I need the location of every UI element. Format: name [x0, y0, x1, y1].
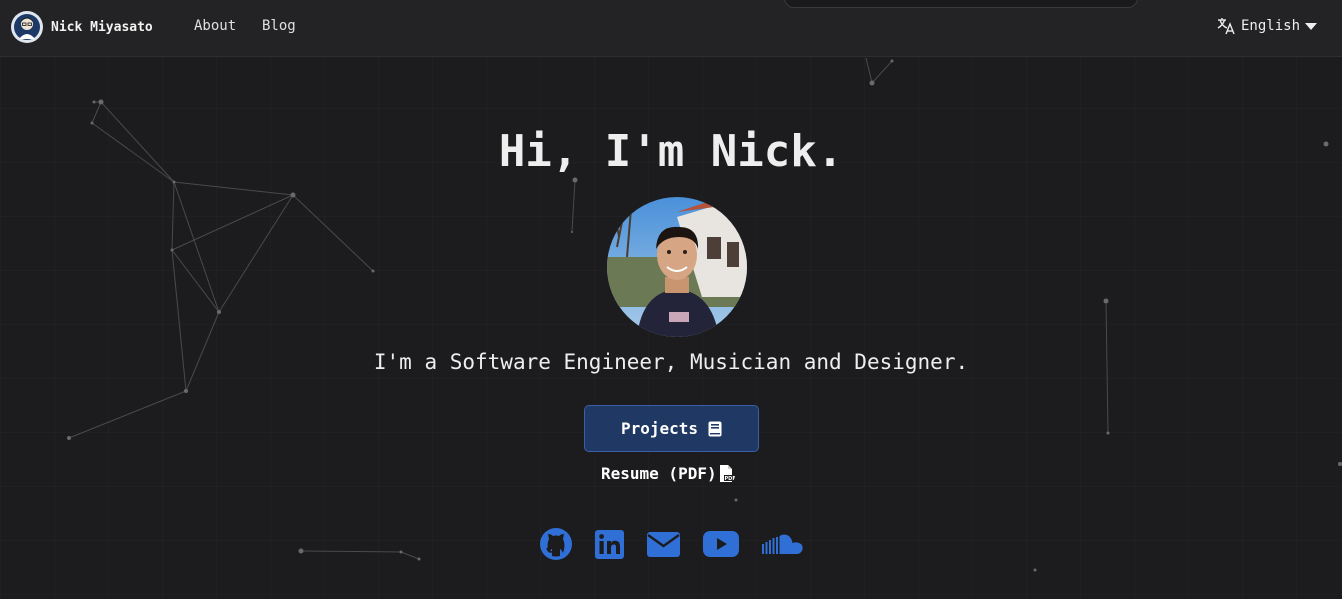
search-overlay — [784, 0, 1138, 8]
pdf-file-icon: PDF — [719, 464, 735, 482]
youtube-icon — [703, 531, 739, 557]
svg-text:PDF: PDF — [724, 476, 735, 482]
projects-button-label: Projects — [620, 419, 699, 438]
language-label: English — [1241, 18, 1301, 34]
nav-link-about[interactable]: About — [194, 18, 236, 34]
profile-photo — [607, 197, 747, 337]
avatar — [607, 197, 747, 337]
linkedin-icon — [594, 529, 624, 559]
hero-tagline: I'm a Software Engineer, Musician and De… — [373, 350, 969, 374]
envelope-icon — [646, 531, 680, 557]
soundcloud-link[interactable] — [762, 528, 804, 560]
email-link[interactable] — [646, 528, 680, 560]
brand-name: Nick Miyasato — [51, 19, 153, 35]
resume-label: Resume (PDF) — [601, 464, 717, 483]
book-icon — [708, 421, 722, 436]
hero-title: Hi, I'm Nick. — [498, 126, 844, 177]
github-icon — [540, 528, 572, 560]
navbar: Nick Miyasato About Blog English — [0, 0, 1342, 56]
projects-button[interactable]: Projects — [584, 405, 759, 452]
github-link[interactable] — [539, 528, 573, 560]
resume-link[interactable]: Resume (PDF) PDF — [601, 464, 735, 483]
soundcloud-icon — [762, 534, 803, 554]
language-selector[interactable]: English — [1216, 16, 1318, 36]
nav-link-blog[interactable]: Blog — [262, 18, 296, 34]
brand-home-link[interactable]: Nick Miyasato — [11, 11, 153, 43]
youtube-link[interactable] — [703, 528, 739, 560]
translate-icon — [1217, 18, 1235, 35]
linkedin-link[interactable] — [594, 528, 624, 560]
brand-logo-icon — [11, 11, 43, 43]
page: Nick Miyasato About Blog English Hi, I'm… — [0, 0, 1342, 599]
caret-down-icon — [1305, 23, 1318, 30]
